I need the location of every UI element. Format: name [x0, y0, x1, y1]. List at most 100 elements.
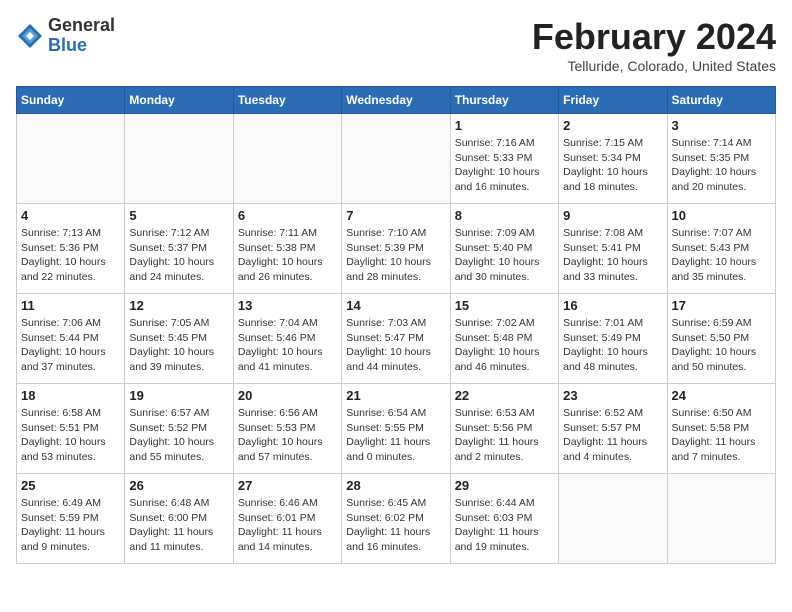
day-info: Sunrise: 7:12 AMSunset: 5:37 PMDaylight:…: [129, 226, 228, 285]
day-header-friday: Friday: [559, 87, 667, 114]
day-info: Sunrise: 7:16 AMSunset: 5:33 PMDaylight:…: [455, 136, 554, 195]
day-number: 3: [672, 118, 771, 133]
day-header-monday: Monday: [125, 87, 233, 114]
day-info: Sunrise: 6:57 AMSunset: 5:52 PMDaylight:…: [129, 406, 228, 465]
day-info: Sunrise: 6:52 AMSunset: 5:57 PMDaylight:…: [563, 406, 662, 465]
calendar-cell: [17, 114, 125, 204]
day-info: Sunrise: 7:13 AMSunset: 5:36 PMDaylight:…: [21, 226, 120, 285]
calendar-cell: 24 Sunrise: 6:50 AMSunset: 5:58 PMDayligh…: [667, 384, 775, 474]
day-number: 27: [238, 478, 337, 493]
day-info: Sunrise: 6:50 AMSunset: 5:58 PMDaylight:…: [672, 406, 771, 465]
day-number: 29: [455, 478, 554, 493]
calendar-cell: 11 Sunrise: 7:06 AMSunset: 5:44 PMDayligh…: [17, 294, 125, 384]
calendar-cell: 16Sunrise: 7:01 AMSunset: 5:49 PMDayligh…: [559, 294, 667, 384]
calendar-cell: [667, 474, 775, 564]
calendar-cell: 18 Sunrise: 6:58 AMSunset: 5:51 PMDayligh…: [17, 384, 125, 474]
calendar-cell: 19 Sunrise: 6:57 AMSunset: 5:52 PMDayligh…: [125, 384, 233, 474]
calendar-cell: 20 Sunrise: 6:56 AMSunset: 5:53 PMDayligh…: [233, 384, 341, 474]
day-info: Sunrise: 7:03 AMSunset: 5:47 PMDaylight:…: [346, 316, 445, 375]
day-number: 24: [672, 388, 771, 403]
title-area: February 2024 Telluride, Colorado, Unite…: [532, 16, 776, 74]
day-info: Sunrise: 7:15 AMSunset: 5:34 PMDaylight:…: [563, 136, 662, 195]
calendar-cell: 21Sunrise: 6:54 AMSunset: 5:55 PMDayligh…: [342, 384, 450, 474]
calendar-cell: 29 Sunrise: 6:44 AMSunset: 6:03 PMDayligh…: [450, 474, 558, 564]
day-number: 18: [21, 388, 120, 403]
day-number: 1: [455, 118, 554, 133]
day-header-saturday: Saturday: [667, 87, 775, 114]
day-number: 26: [129, 478, 228, 493]
day-info: Sunrise: 6:53 AMSunset: 5:56 PMDaylight:…: [455, 406, 554, 465]
day-number: 28: [346, 478, 445, 493]
day-number: 16: [563, 298, 662, 313]
logo-icon: [16, 22, 44, 50]
calendar-cell: 9 Sunrise: 7:08 AMSunset: 5:41 PMDaylight…: [559, 204, 667, 294]
day-header-tuesday: Tuesday: [233, 87, 341, 114]
day-number: 7: [346, 208, 445, 223]
calendar-cell: 10 Sunrise: 7:07 AMSunset: 5:43 PMDayligh…: [667, 204, 775, 294]
day-info: Sunrise: 7:08 AMSunset: 5:41 PMDaylight:…: [563, 226, 662, 285]
days-header-row: SundayMondayTuesdayWednesdayThursdayFrid…: [17, 87, 776, 114]
calendar-cell: 6 Sunrise: 7:11 AMSunset: 5:38 PMDaylight…: [233, 204, 341, 294]
week-row-4: 25 Sunrise: 6:49 AMSunset: 5:59 PMDayligh…: [17, 474, 776, 564]
calendar-cell: 2 Sunrise: 7:15 AMSunset: 5:34 PMDaylight…: [559, 114, 667, 204]
day-info: Sunrise: 6:58 AMSunset: 5:51 PMDaylight:…: [21, 406, 120, 465]
day-info: Sunrise: 6:49 AMSunset: 5:59 PMDaylight:…: [21, 496, 120, 555]
logo: General Blue: [16, 16, 115, 56]
day-number: 21: [346, 388, 445, 403]
day-header-thursday: Thursday: [450, 87, 558, 114]
day-number: 11: [21, 298, 120, 313]
calendar-subtitle: Telluride, Colorado, United States: [532, 58, 776, 74]
calendar-cell: [233, 114, 341, 204]
day-info: Sunrise: 6:59 AMSunset: 5:50 PMDaylight:…: [672, 316, 771, 375]
day-info: Sunrise: 6:44 AMSunset: 6:03 PMDaylight:…: [455, 496, 554, 555]
day-info: Sunrise: 6:45 AMSunset: 6:02 PMDaylight:…: [346, 496, 445, 555]
calendar-cell: [342, 114, 450, 204]
day-info: Sunrise: 6:48 AMSunset: 6:00 PMDaylight:…: [129, 496, 228, 555]
day-info: Sunrise: 7:09 AMSunset: 5:40 PMDaylight:…: [455, 226, 554, 285]
day-number: 12: [129, 298, 228, 313]
header: General Blue February 2024 Telluride, Co…: [16, 16, 776, 74]
calendar-cell: 27 Sunrise: 6:46 AMSunset: 6:01 PMDayligh…: [233, 474, 341, 564]
day-info: Sunrise: 7:11 AMSunset: 5:38 PMDaylight:…: [238, 226, 337, 285]
logo-general-text: General: [48, 15, 115, 35]
day-number: 20: [238, 388, 337, 403]
week-row-2: 11 Sunrise: 7:06 AMSunset: 5:44 PMDayligh…: [17, 294, 776, 384]
calendar-cell: 7 Sunrise: 7:10 AMSunset: 5:39 PMDaylight…: [342, 204, 450, 294]
calendar-title: February 2024: [532, 16, 776, 58]
day-info: Sunrise: 7:02 AMSunset: 5:48 PMDaylight:…: [455, 316, 554, 375]
day-number: 2: [563, 118, 662, 133]
day-number: 22: [455, 388, 554, 403]
day-number: 5: [129, 208, 228, 223]
day-number: 19: [129, 388, 228, 403]
calendar-cell: [125, 114, 233, 204]
calendar-cell: 25 Sunrise: 6:49 AMSunset: 5:59 PMDayligh…: [17, 474, 125, 564]
calendar-cell: 5 Sunrise: 7:12 AMSunset: 5:37 PMDaylight…: [125, 204, 233, 294]
day-info: Sunrise: 7:06 AMSunset: 5:44 PMDaylight:…: [21, 316, 120, 375]
day-info: Sunrise: 7:04 AMSunset: 5:46 PMDaylight:…: [238, 316, 337, 375]
day-info: Sunrise: 6:56 AMSunset: 5:53 PMDaylight:…: [238, 406, 337, 465]
calendar-cell: 26 Sunrise: 6:48 AMSunset: 6:00 PMDayligh…: [125, 474, 233, 564]
calendar-table: SundayMondayTuesdayWednesdayThursdayFrid…: [16, 86, 776, 564]
calendar-cell: 3 Sunrise: 7:14 AMSunset: 5:35 PMDaylight…: [667, 114, 775, 204]
day-number: 23: [563, 388, 662, 403]
day-number: 25: [21, 478, 120, 493]
day-number: 6: [238, 208, 337, 223]
day-number: 13: [238, 298, 337, 313]
calendar-cell: 17Sunrise: 6:59 AMSunset: 5:50 PMDayligh…: [667, 294, 775, 384]
day-number: 8: [455, 208, 554, 223]
day-info: Sunrise: 6:46 AMSunset: 6:01 PMDaylight:…: [238, 496, 337, 555]
week-row-1: 4Sunrise: 7:13 AMSunset: 5:36 PMDaylight…: [17, 204, 776, 294]
day-info: Sunrise: 7:10 AMSunset: 5:39 PMDaylight:…: [346, 226, 445, 285]
calendar-cell: 4Sunrise: 7:13 AMSunset: 5:36 PMDaylight…: [17, 204, 125, 294]
day-header-wednesday: Wednesday: [342, 87, 450, 114]
day-header-sunday: Sunday: [17, 87, 125, 114]
logo-blue-text: Blue: [48, 35, 87, 55]
day-info: Sunrise: 7:14 AMSunset: 5:35 PMDaylight:…: [672, 136, 771, 195]
calendar-cell: 14Sunrise: 7:03 AMSunset: 5:47 PMDayligh…: [342, 294, 450, 384]
day-number: 10: [672, 208, 771, 223]
week-row-3: 18 Sunrise: 6:58 AMSunset: 5:51 PMDayligh…: [17, 384, 776, 474]
day-number: 9: [563, 208, 662, 223]
day-info: Sunrise: 7:07 AMSunset: 5:43 PMDaylight:…: [672, 226, 771, 285]
day-info: Sunrise: 7:05 AMSunset: 5:45 PMDaylight:…: [129, 316, 228, 375]
calendar-cell: [559, 474, 667, 564]
